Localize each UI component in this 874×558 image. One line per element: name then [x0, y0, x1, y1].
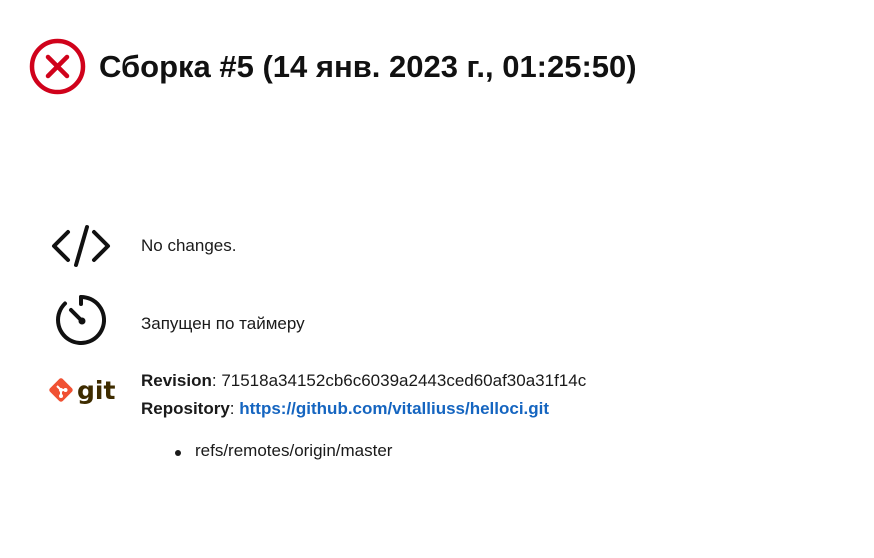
- revision-label: Revision: [141, 371, 212, 390]
- trigger-row: Запущен по таймеру: [48, 290, 305, 350]
- revision-value: 71518a34152cb6c6039a2443ced60af30a31f14c: [221, 371, 587, 390]
- changes-row: No changes.: [48, 216, 236, 276]
- git-row: git Revision: 71518a34152cb6c6039a2443ce…: [48, 364, 586, 418]
- timer-icon: [48, 290, 114, 350]
- git-details: Revision: 71518a34152cb6c6039a2443ced60a…: [141, 367, 586, 423]
- revision-line: Revision: 71518a34152cb6c6039a2443ced60a…: [141, 371, 587, 390]
- git-logo-icon: git: [48, 377, 115, 403]
- page-header: Сборка #5 (14 янв. 2023 г., 01:25:50): [29, 38, 637, 94]
- list-item: refs/remotes/origin/master: [174, 441, 393, 460]
- repository-link[interactable]: https://github.com/vitalliuss/helloci.gi…: [239, 399, 549, 418]
- trigger-text: Запущен по таймеру: [141, 314, 305, 333]
- failed-x-icon: [29, 38, 86, 94]
- repository-line: Repository: https://github.com/vitallius…: [141, 399, 550, 418]
- changes-text: No changes.: [141, 236, 237, 255]
- page-title: Сборка #5 (14 янв. 2023 г., 01:25:50): [99, 48, 637, 84]
- repository-label: Repository: [141, 399, 230, 418]
- git-logo-text: git: [77, 375, 116, 405]
- code-icon: [48, 216, 114, 276]
- refs-list: refs/remotes/origin/master: [174, 441, 393, 461]
